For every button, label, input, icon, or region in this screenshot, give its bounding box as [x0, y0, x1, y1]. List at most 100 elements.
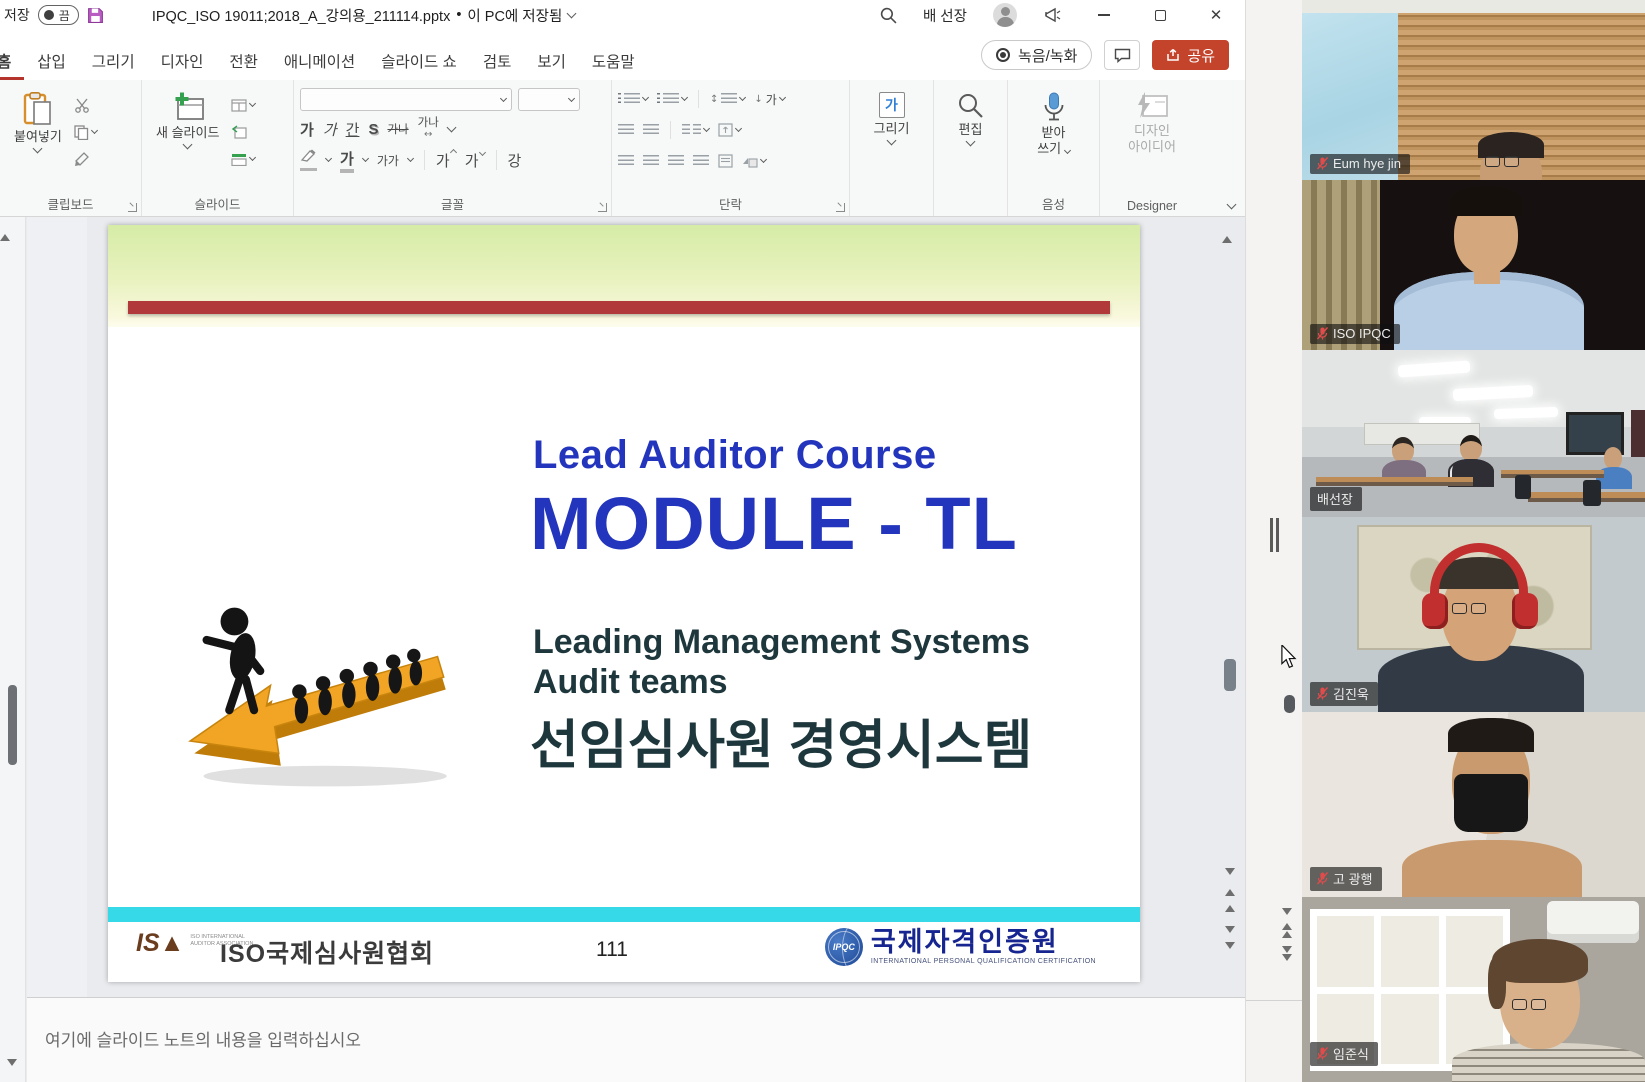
tab-view[interactable]: 보기 [524, 42, 579, 80]
convert-smartart-button[interactable] [742, 152, 766, 170]
participant-video-tile[interactable]: 임준식 [1302, 897, 1645, 1082]
align-text-button[interactable] [718, 121, 741, 139]
double-up-arrow-icon[interactable] [1282, 923, 1292, 938]
font-name-select[interactable] [300, 88, 512, 111]
align-center-button[interactable] [643, 152, 659, 170]
shrink-font-button[interactable]: 가 [465, 150, 485, 171]
copy-button[interactable] [74, 123, 97, 141]
numbering-button[interactable] [657, 90, 687, 108]
chevron-down-icon[interactable] [249, 154, 256, 161]
chevron-down-icon[interactable] [966, 136, 976, 146]
tab-draw[interactable]: 그리기 [79, 42, 148, 80]
format-painter-button[interactable] [74, 150, 97, 168]
distribute-button[interactable] [718, 152, 733, 170]
underline-button[interactable]: 간 [346, 119, 360, 140]
user-name[interactable]: 배 선장 [923, 5, 967, 26]
close-button[interactable]: ✕ [1201, 2, 1231, 28]
new-slide-button[interactable]: 새 슬라이드 [148, 86, 227, 196]
chevron-down-icon[interactable] [887, 135, 897, 145]
line-spacing-button[interactable]: ↕ [710, 90, 745, 108]
character-spacing-button[interactable]: 가나 ↔ [418, 118, 439, 140]
thumbnail-scrollbar-thumb[interactable] [8, 685, 17, 765]
comments-button[interactable] [1104, 40, 1140, 70]
chevron-down-icon[interactable] [739, 94, 746, 101]
strip-scrollbar-thumb[interactable] [1284, 695, 1295, 713]
grow-font-button[interactable]: 가 [436, 150, 456, 171]
highlight-color-button[interactable] [300, 149, 317, 171]
bold-button[interactable]: 가 [300, 119, 314, 140]
minimize-button[interactable] [1089, 2, 1119, 28]
double-down-arrow-icon[interactable] [1282, 946, 1292, 961]
increase-indent-button[interactable] [643, 121, 659, 139]
tab-transitions[interactable]: 전환 [216, 42, 271, 80]
align-left-button[interactable] [618, 152, 634, 170]
tab-slideshow[interactable]: 슬라이드 쇼 [368, 42, 470, 80]
tab-insert[interactable]: 삽입 [24, 42, 79, 80]
record-button[interactable]: 녹음/녹화 [981, 40, 1092, 70]
chevron-down-icon[interactable] [325, 155, 332, 162]
chevron-down-icon[interactable] [362, 155, 369, 162]
chevron-down-icon[interactable] [779, 94, 786, 101]
text-shadow-button[interactable]: S [368, 121, 378, 138]
slide-thumbnail-panel[interactable] [27, 217, 87, 997]
collapse-ribbon-chevron-icon[interactable] [1227, 200, 1237, 210]
scroll-down-arrow-icon[interactable] [7, 1059, 17, 1066]
tab-home[interactable]: 홈 [0, 42, 24, 80]
maximize-button[interactable] [1145, 2, 1175, 28]
slide-layout-button[interactable] [231, 96, 255, 114]
cut-button[interactable] [74, 96, 97, 114]
share-button[interactable]: 공유 [1152, 40, 1229, 70]
save-icon[interactable] [87, 7, 104, 24]
tab-review[interactable]: 검토 [470, 42, 525, 80]
next-slide-button[interactable] [1225, 922, 1235, 953]
justify-button[interactable] [693, 152, 709, 170]
chevron-down-icon[interactable] [703, 125, 710, 132]
strikethrough-button[interactable]: 가나 [387, 121, 408, 137]
slide-scrollbar[interactable] [1222, 219, 1239, 979]
font-size-select[interactable] [518, 88, 580, 111]
clipboard-dialog-launcher[interactable] [128, 203, 137, 212]
chevron-down-icon[interactable] [407, 155, 414, 162]
chevron-down-icon[interactable] [1064, 147, 1071, 154]
scroll-up-arrow-icon[interactable] [0, 217, 10, 241]
user-avatar[interactable] [993, 3, 1017, 27]
reset-slide-button[interactable] [231, 123, 255, 141]
chevron-down-icon[interactable] [735, 125, 742, 132]
participant-video-tile[interactable]: ISO IPQC [1302, 180, 1645, 350]
draw-textbox-button[interactable]: 가 그리기 [863, 86, 921, 196]
tab-help[interactable]: 도움말 [579, 42, 648, 80]
font-color-button[interactable]: 가 [340, 148, 354, 173]
chevron-down-icon[interactable] [760, 156, 767, 163]
participant-video-tile[interactable]: 김진욱 [1302, 517, 1645, 712]
slide-scrollbar-thumb[interactable] [1224, 659, 1236, 691]
participant-video-tile[interactable]: Eum hye jin [1302, 0, 1645, 180]
chevron-down-icon[interactable] [33, 143, 43, 153]
scroll-down-arrow-icon[interactable] [1282, 908, 1292, 915]
thumbnail-scrollbar[interactable] [0, 217, 26, 1082]
font-dialog-launcher[interactable] [598, 203, 607, 212]
chevron-down-icon[interactable] [446, 123, 456, 133]
scroll-down-arrow-icon[interactable] [1225, 868, 1235, 875]
section-button[interactable] [231, 150, 255, 168]
columns-button[interactable] [682, 121, 709, 139]
chevron-down-icon[interactable] [183, 139, 193, 149]
chevron-down-icon[interactable] [681, 94, 688, 101]
design-ideas-button[interactable]: 디자인 아이디어 [1120, 86, 1184, 196]
notes-pane[interactable]: 여기에 슬라이드 노트의 내용을 입력하십시오 [27, 998, 1245, 1082]
paragraph-dialog-launcher[interactable] [836, 203, 845, 212]
chevron-down-icon[interactable] [249, 100, 256, 107]
dictate-button[interactable]: 받아 쓰기 [1025, 86, 1083, 196]
bullets-button[interactable] [618, 90, 648, 108]
search-icon[interactable] [880, 7, 897, 24]
slide-canvas[interactable]: Lead Auditor Course MODULE - TL Leading … [108, 225, 1140, 982]
tab-animations[interactable]: 애니메이션 [271, 42, 368, 80]
splitter-handle[interactable] [1270, 518, 1279, 552]
chevron-down-icon[interactable] [91, 127, 98, 134]
scroll-up-arrow-icon[interactable] [1222, 219, 1232, 243]
italic-button[interactable]: 가 [323, 119, 337, 140]
decrease-indent-button[interactable] [618, 121, 634, 139]
participant-video-tile[interactable]: 배선장 [1302, 350, 1645, 517]
document-title[interactable]: IPQC_ISO 19011;2018_A_강의용_211114.pptx • … [152, 5, 576, 26]
change-case-button[interactable]: 가가 [377, 152, 399, 169]
tab-design[interactable]: 디자인 [148, 42, 217, 80]
